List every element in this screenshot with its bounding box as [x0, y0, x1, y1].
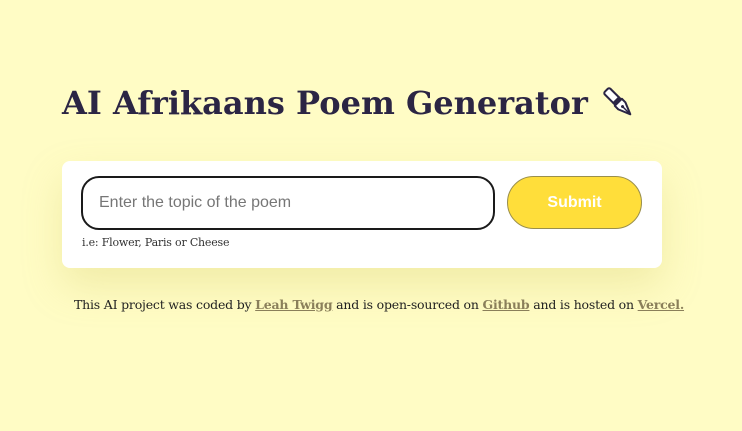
author-link[interactable]: Leah Twigg [255, 297, 332, 312]
footer-text-hosted: and is hosted on [533, 297, 634, 312]
footer-credits: This AI project was coded by Leah Twigg … [74, 297, 684, 312]
poem-form-card: Submit i.e: Flower, Paris or Cheese [62, 161, 662, 268]
page-title: AI Afrikaans Poem Generator [62, 80, 662, 126]
vercel-link[interactable]: Vercel. [638, 297, 685, 312]
page-container: AI Afrikaans Poem Generator Submit i.e: … [62, 80, 684, 312]
footer-text-coded-by: This AI project was coded by [74, 297, 252, 312]
page-title-text: AI Afrikaans Poem Generator [62, 84, 588, 122]
footer-text-open-sourced: and is open-sourced on [336, 297, 479, 312]
github-link[interactable]: Github [483, 297, 530, 312]
topic-input[interactable] [81, 176, 495, 230]
topic-hint: i.e: Flower, Paris or Cheese [82, 236, 230, 249]
submit-button[interactable]: Submit [507, 176, 642, 229]
fountain-pen-icon [600, 84, 638, 122]
